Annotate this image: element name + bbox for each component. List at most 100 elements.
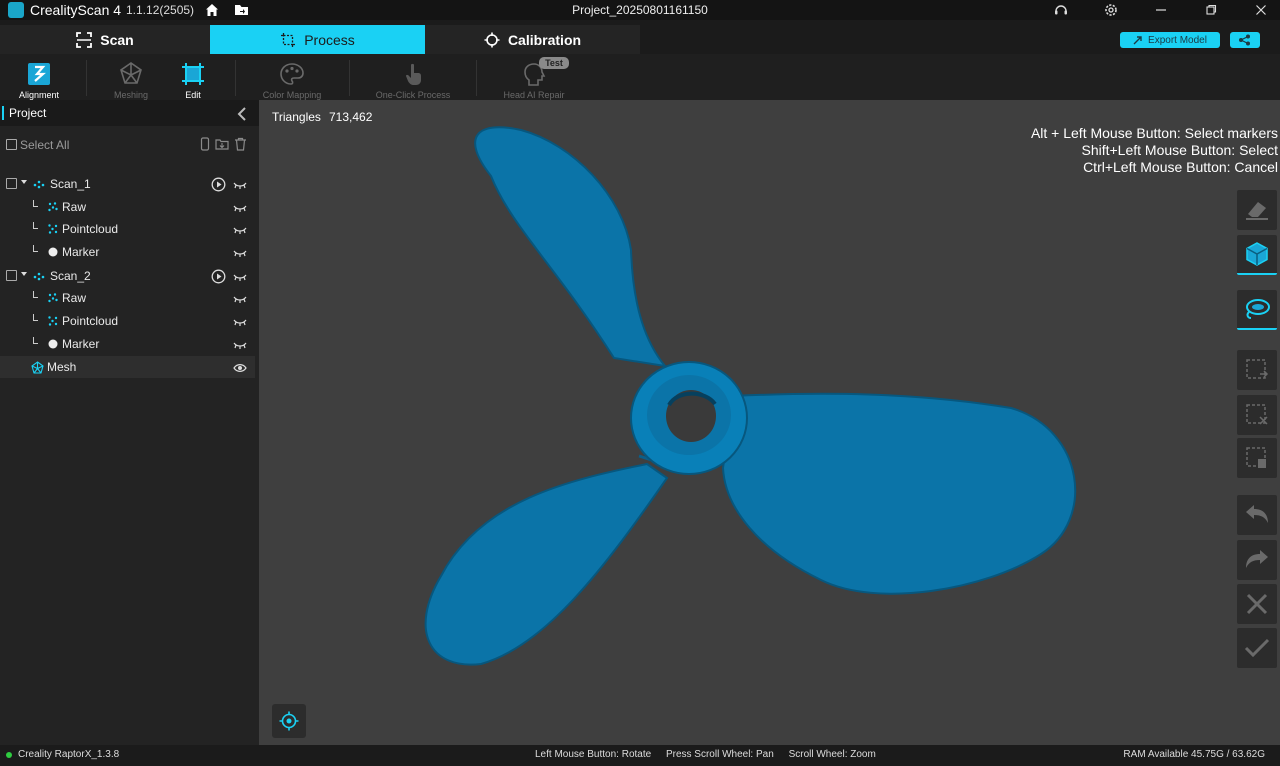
tree-item-marker[interactable]: Marker — [0, 333, 255, 355]
edit-tool[interactable]: Edit — [160, 56, 226, 100]
select-all-row: Select All — [0, 136, 259, 156]
hidden-eye-icon[interactable] — [233, 247, 247, 261]
color-mapping-tool[interactable]: Color Mapping — [252, 56, 332, 100]
expand-caret-icon[interactable] — [21, 180, 27, 184]
status-bar: Creality RaptorX_1.3.8 Left Mouse Button… — [0, 745, 1280, 766]
test-badge: Test — [539, 57, 569, 69]
project-sidebar: Project Select All Scan_1 Raw Pointcloud Ma… — [0, 100, 259, 745]
meshing-icon — [120, 62, 142, 84]
export-model-button[interactable]: Export Model — [1120, 32, 1220, 48]
hidden-eye-icon[interactable] — [233, 271, 247, 285]
undo-icon — [1246, 505, 1268, 523]
project-header: Project — [0, 100, 259, 126]
crosshair-icon — [484, 32, 500, 47]
selection-hints: Alt + Left Mouse Button: Select markers … — [1031, 125, 1278, 176]
tab-scan[interactable]: Scan — [0, 25, 210, 54]
mouse-hints: Left Mouse Button: Rotate Press Scroll W… — [535, 749, 888, 760]
alignment-icon — [28, 63, 50, 85]
close-window-icon[interactable] — [1253, 2, 1269, 18]
share-button[interactable] — [1230, 32, 1260, 48]
minimize-icon[interactable] — [1153, 2, 1169, 18]
clear-selection-button[interactable] — [1237, 395, 1277, 435]
hidden-eye-icon[interactable] — [233, 224, 247, 238]
export-model-label: Export Model — [1148, 34, 1207, 46]
app-name: CrealityScan 4 — [30, 2, 122, 18]
meshing-tool[interactable]: Meshing — [98, 56, 164, 100]
expand-caret-icon[interactable] — [21, 272, 27, 276]
tree-item-scan[interactable]: Scan_1 — [0, 173, 255, 195]
project-header-accent — [2, 106, 4, 120]
import-folder-icon[interactable] — [215, 137, 229, 151]
hidden-eye-icon[interactable] — [233, 293, 247, 307]
home-icon[interactable] — [205, 3, 219, 17]
connection-status-dot — [6, 752, 12, 758]
delete-selection-button[interactable] — [1237, 438, 1277, 478]
select-all-checkbox[interactable] — [6, 139, 17, 150]
device-label: Creality RaptorX_1.3.8 — [18, 749, 120, 760]
collapse-sidebar-icon[interactable] — [236, 107, 248, 121]
lasso-select-button[interactable] — [1237, 290, 1277, 330]
tree-item-label: Pointcloud — [62, 222, 119, 236]
folder-icon[interactable] — [234, 3, 249, 17]
tree-item-raw[interactable]: Raw — [0, 287, 255, 309]
tree-item-mesh[interactable]: Mesh — [0, 356, 255, 378]
title-bar: CrealityScan 4 1.1.12(2505) Project_2025… — [0, 0, 1280, 20]
eraser-button[interactable] — [1237, 190, 1277, 230]
checkmark-icon — [1244, 638, 1270, 658]
tab-calibration[interactable]: Calibration — [425, 25, 640, 54]
recenter-view-button[interactable] — [272, 704, 306, 738]
tab-scan-label: Scan — [100, 31, 134, 48]
hidden-eye-icon[interactable] — [233, 202, 247, 216]
delete-trash-icon[interactable] — [234, 137, 247, 151]
app-logo-icon — [8, 2, 24, 18]
delete-selection-icon — [1246, 447, 1266, 468]
meshing-label: Meshing — [113, 90, 149, 100]
tree-item-marker[interactable]: Marker — [0, 241, 255, 263]
headset-icon[interactable] — [1053, 2, 1069, 18]
tree-item-label: Raw — [62, 200, 87, 214]
scan-icon — [32, 270, 46, 285]
tree-item-checkbox[interactable] — [6, 178, 17, 189]
toolbar-divider — [349, 60, 350, 96]
undo-button[interactable] — [1237, 495, 1277, 535]
close-x-icon — [1246, 593, 1268, 615]
hidden-eye-icon[interactable] — [233, 179, 247, 193]
tree-item-label: Marker — [62, 337, 100, 351]
one-click-process-tool[interactable]: One-Click Process — [368, 56, 458, 100]
tree-branch-line — [33, 291, 38, 298]
share-icon — [1239, 34, 1250, 46]
propeller-mesh-model[interactable] — [259, 100, 1280, 745]
tab-process[interactable]: Process — [210, 25, 425, 54]
apply-edit-button[interactable] — [1237, 628, 1277, 668]
tree-item-pointcloud[interactable]: Pointcloud — [0, 310, 255, 332]
hint-zoom: Scroll Wheel: Zoom — [788, 749, 876, 760]
tree-item-scan[interactable]: Scan_2 — [0, 265, 255, 287]
cancel-edit-button[interactable] — [1237, 584, 1277, 624]
mesh-icon — [31, 361, 44, 377]
redo-button[interactable] — [1237, 540, 1277, 580]
hidden-eye-icon[interactable] — [233, 339, 247, 353]
toolbar-divider — [86, 60, 87, 96]
redo-icon — [1246, 550, 1268, 568]
tree-item-raw[interactable]: Raw — [0, 196, 255, 218]
settings-gear-icon[interactable] — [1103, 2, 1119, 18]
cube-view-button[interactable] — [1237, 235, 1277, 275]
visibility-eye-icon[interactable] — [233, 362, 247, 376]
process-crop-icon — [281, 32, 296, 47]
alignment-tool[interactable]: Alignment — [6, 56, 72, 100]
tree-item-checkbox[interactable] — [6, 270, 17, 281]
hidden-eye-icon[interactable] — [233, 316, 247, 330]
play-icon[interactable] — [211, 177, 226, 195]
play-icon[interactable] — [211, 269, 226, 287]
restore-window-icon[interactable] — [1203, 2, 1219, 18]
scan-frame-icon — [76, 31, 93, 48]
edit-icon — [182, 63, 204, 85]
head-ai-repair-label: Head AI Repair — [503, 90, 565, 100]
device-icon[interactable] — [199, 137, 211, 151]
tree-item-pointcloud[interactable]: Pointcloud — [0, 218, 255, 240]
invert-selection-button[interactable] — [1237, 350, 1277, 390]
palette-icon — [280, 63, 304, 85]
tree-branch-line — [33, 337, 38, 344]
tab-process-label: Process — [304, 31, 355, 48]
3d-viewport[interactable]: Triangles 713,462 Alt + Left Mouse Butto… — [259, 100, 1280, 745]
